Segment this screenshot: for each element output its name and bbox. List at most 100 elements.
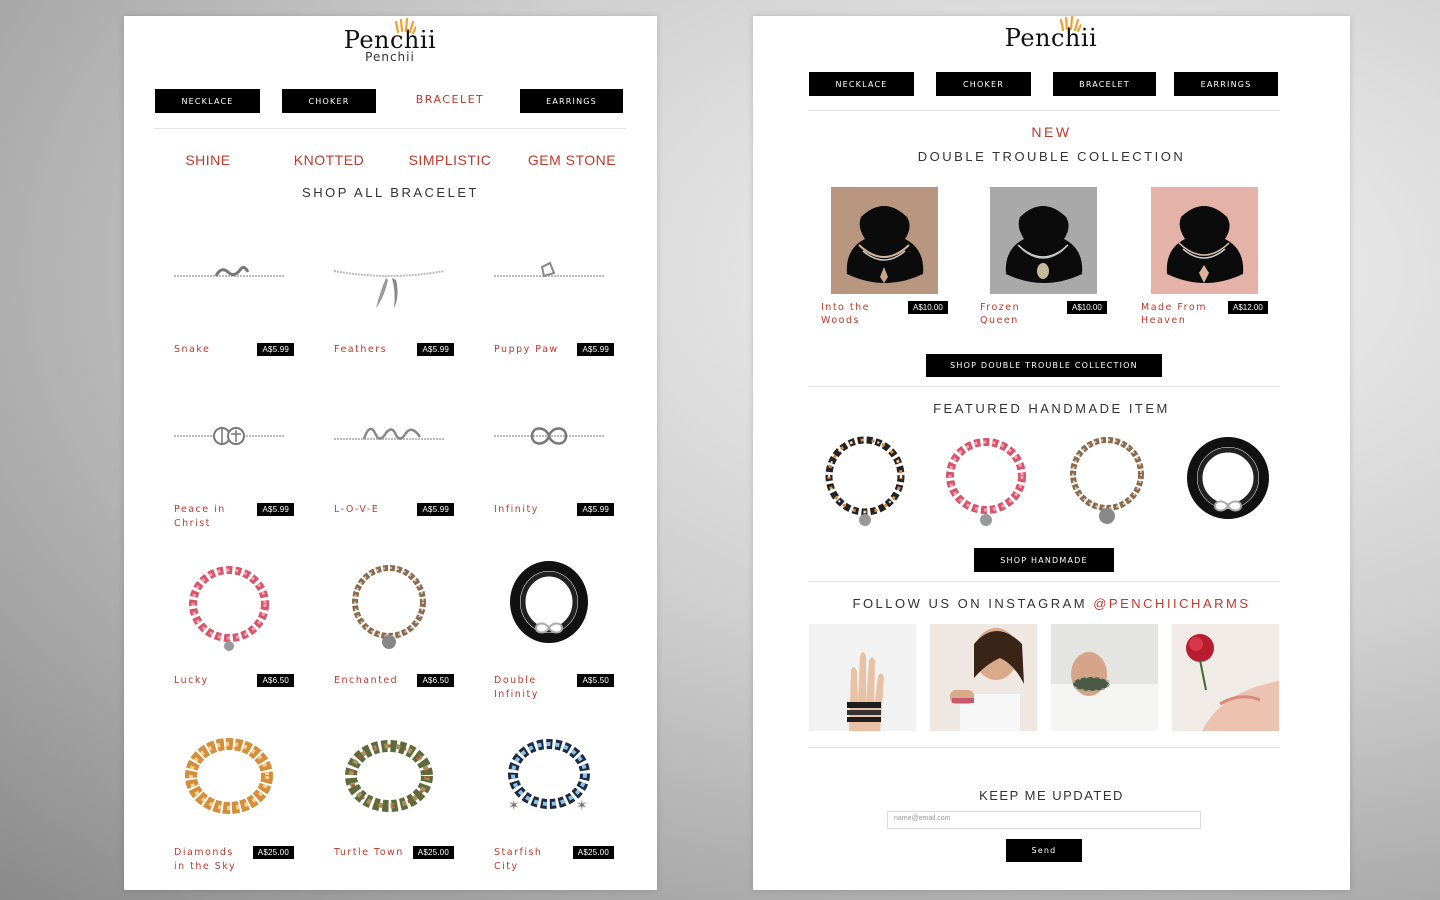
subcat-gem-stone[interactable]: GEM STONE [524, 152, 620, 168]
product-card[interactable]: ✶ ✶ Starfish City A$25.00 [484, 726, 614, 876]
pink-braided-bracelet-icon [189, 566, 269, 651]
product-name: Lucky [174, 675, 209, 686]
collection-item-price: A$10.00 [908, 301, 948, 314]
product-card[interactable]: Infinity A$5.99 [484, 383, 614, 533]
page-heading: SHOP ALL BRACELET [302, 185, 479, 200]
brand-name: Penchii [343, 26, 437, 54]
product-card[interactable]: Enchanted A$6.50 [324, 554, 454, 704]
product-price: A$5.99 [257, 343, 294, 356]
peace-chain-bracelet-icon [174, 427, 284, 445]
collection-item-name: Into the Woods [821, 302, 870, 326]
product-name: Infinity [494, 504, 539, 515]
infinity-chain-bracelet-icon [494, 427, 604, 445]
featured-bracelet-4[interactable] [1178, 428, 1278, 538]
svg-text:✶: ✶ [576, 798, 588, 814]
product-card[interactable]: Feathers A$5.99 [324, 223, 454, 373]
brand-logo[interactable]: Penchii [991, 16, 1111, 52]
instagram-photo-1[interactable] [809, 624, 916, 731]
wrist-bracelet-photo [1051, 624, 1158, 731]
smiling-woman-photo [930, 624, 1037, 731]
product-price: A$25.00 [412, 846, 454, 859]
nav-choker[interactable]: CHOKER [936, 72, 1031, 96]
subcat-knotted[interactable]: KNOTTED [284, 152, 374, 168]
sun-rays-icon [394, 18, 416, 34]
instagram-prefix: FOLLOW US ON INSTAGRAM [852, 596, 1088, 611]
instagram-handle[interactable]: @PENCHIICHARMS [1093, 596, 1250, 611]
brand-logo[interactable]: Penchii Penchii [330, 18, 450, 64]
product-name: Turtle Town [334, 847, 404, 858]
instagram-photo-3[interactable] [1051, 624, 1158, 731]
nav-necklace[interactable]: NECKLACE [155, 89, 260, 113]
product-price: A$5.99 [577, 503, 614, 516]
email-field[interactable]: name@email.com [887, 811, 1201, 829]
product-name: Feathers [334, 344, 388, 355]
product-card[interactable]: Lucky A$6.50 [164, 554, 294, 704]
product-card[interactable]: Peace in Christ A$5.99 [164, 383, 294, 533]
nav-choker[interactable]: CHOKER [282, 89, 376, 113]
blue-starfish-bracelet-icon: ✶ ✶ [508, 739, 590, 814]
product-name: Enchanted [334, 675, 399, 686]
camo-beaded-bracelet-icon [345, 740, 433, 812]
product-card[interactable]: Puppy Paw A$5.99 [484, 223, 614, 373]
featured-bracelet-1[interactable] [815, 428, 915, 538]
collection-item-name: Frozen Queen [980, 302, 1021, 326]
new-label: NEW [1031, 124, 1072, 140]
product-name: Starfish City [494, 847, 543, 872]
featured-bracelet-3[interactable] [1057, 428, 1157, 538]
product-card[interactable]: Diamonds in the Sky A$25.00 [164, 726, 294, 876]
newsletter-title: KEEP ME UPDATED [979, 788, 1124, 803]
divider [808, 747, 1280, 748]
product-price: A$5.50 [577, 674, 614, 687]
paw-chain-bracelet-icon [494, 261, 604, 278]
feather-chain-bracelet-icon [333, 270, 445, 308]
homepage-email-preview: Penchii NECKLACE CHOKER BRACELET EARRING… [753, 16, 1350, 890]
product-name: Diamonds in the Sky [174, 847, 237, 872]
instagram-photo-4[interactable] [1172, 624, 1279, 731]
instagram-photo-2[interactable] [930, 624, 1037, 731]
product-name: Puppy Paw [494, 344, 559, 355]
collection-item-name: Made From Heaven [1141, 302, 1207, 326]
product-card[interactable]: Turtle Town A$25.00 [324, 726, 454, 876]
necklace-bust-icon [1005, 206, 1083, 283]
product-card[interactable]: Snake A$5.99 [164, 223, 294, 373]
collection-title: DOUBLE TROUBLE COLLECTION [917, 149, 1186, 164]
rose-and-bracelet-photo [1172, 624, 1279, 731]
divider [154, 128, 626, 129]
product-card[interactable]: L-O-V-E A$5.99 [324, 383, 454, 533]
black-cord-bracelet-icon [510, 561, 588, 643]
subcat-shine[interactable]: SHINE [162, 152, 254, 168]
love-chain-bracelet-icon [334, 427, 444, 440]
product-price: A$25.00 [572, 846, 614, 859]
product-name: Double Infinity [494, 675, 539, 700]
collection-item[interactable]: Into the Woods A$10.00 [821, 187, 971, 326]
product-price: A$5.99 [417, 343, 454, 356]
collection-item[interactable]: Frozen Queen A$10.00 [980, 187, 1130, 326]
featured-bracelet-2[interactable] [936, 428, 1036, 538]
nav-bracelet-active[interactable]: BRACELET [404, 93, 496, 106]
sun-rays-icon [1059, 16, 1081, 32]
shop-handmade-button[interactable]: SHOP HANDMADE [974, 548, 1114, 572]
nav-bracelet[interactable]: BRACELET [1053, 72, 1156, 96]
necklace-image [831, 187, 938, 294]
subcat-simplistic[interactable]: SIMPLISTIC [402, 152, 498, 168]
shop-collection-button[interactable]: SHOP DOUBLE TROUBLE COLLECTION [926, 354, 1162, 377]
collection-item-price: A$12.00 [1228, 301, 1268, 314]
product-price: A$6.50 [417, 674, 454, 687]
nav-necklace[interactable]: NECKLACE [809, 72, 914, 96]
product-price: A$5.99 [257, 503, 294, 516]
nav-earrings[interactable]: EARRINGS [520, 89, 623, 113]
necklace-bust-icon [846, 206, 924, 283]
necklace-image [990, 187, 1097, 294]
featured-title: FEATURED HANDMADE ITEM [933, 401, 1170, 416]
product-card[interactable]: Double Infinity A$5.50 [484, 554, 614, 704]
brand-name: Penchii [1004, 24, 1098, 52]
collection-item[interactable]: Made From Heaven A$12.00 [1141, 187, 1291, 326]
snake-chain-bracelet-icon [174, 265, 284, 277]
send-button[interactable]: Send [1006, 839, 1082, 862]
collection-item-price: A$10.00 [1067, 301, 1107, 314]
divider [808, 110, 1280, 111]
gold-beaded-bracelet-icon [185, 738, 273, 814]
nav-earrings[interactable]: EARRINGS [1174, 72, 1278, 96]
divider [808, 581, 1280, 582]
product-price: A$25.00 [252, 846, 294, 859]
